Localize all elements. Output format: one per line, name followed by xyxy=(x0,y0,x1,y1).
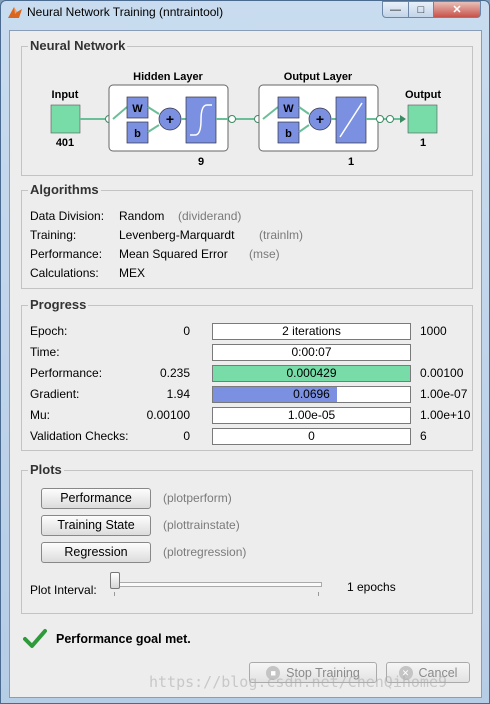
algorithms-title: Algorithms xyxy=(28,182,101,197)
progress-end-value: 0.00100 xyxy=(420,366,464,380)
output-weight-label: W xyxy=(283,103,294,115)
progress-title: Progress xyxy=(28,297,89,312)
progress-current-value: 2 iterations xyxy=(282,324,341,338)
input-label: Input xyxy=(52,89,79,101)
algorithms-group: Algorithms Data Division: Random (divide… xyxy=(21,182,473,289)
plot-interval-value: 1 epochs xyxy=(347,580,396,594)
algo-value-performance: Mean Squared Error xyxy=(119,247,228,261)
progress-bar: 0.0696 xyxy=(212,386,411,403)
progress-end-value: 6 xyxy=(420,429,427,443)
progress-label: Gradient: xyxy=(30,387,80,401)
plots-group: Plots Performance (plotperform) Training… xyxy=(21,462,473,614)
progress-label: Mu: xyxy=(30,408,51,422)
input-size: 401 xyxy=(56,137,74,149)
algo-label-division: Data Division: xyxy=(30,209,105,223)
plot-interval-slider-thumb[interactable] xyxy=(110,572,120,589)
plot-regression-fn: (plotregression) xyxy=(163,545,247,559)
minimize-icon: — xyxy=(390,3,401,16)
progress-current-value: 1.00e-05 xyxy=(287,408,336,422)
progress-label: Performance: xyxy=(30,366,103,380)
output-sum-label: + xyxy=(316,111,324,127)
close-button[interactable]: ✕ xyxy=(433,1,481,18)
progress-label: Validation Checks: xyxy=(30,429,129,443)
hidden-sum-label: + xyxy=(166,111,174,127)
matlab-logo-icon xyxy=(8,7,22,18)
progress-bar: 0.000429 xyxy=(212,365,411,382)
output-layer-size: 1 xyxy=(348,156,354,168)
progress-label: Time: xyxy=(30,345,60,359)
plot-interval-label: Plot Interval: xyxy=(30,583,97,597)
algo-value-calculations: MEX xyxy=(119,266,146,280)
output-bias-label: b xyxy=(285,128,292,140)
progress-bar: 0:00:07 xyxy=(212,344,411,361)
plot-regression-button[interactable]: Regression xyxy=(41,542,151,563)
progress-current-value: 0 xyxy=(308,429,315,443)
algo-fn-division: (dividerand) xyxy=(178,209,242,223)
algo-value-training: Levenberg-Marquardt xyxy=(119,228,235,242)
status-message: Performance goal met. xyxy=(56,632,191,646)
progress-end-value: 1.00e-07 xyxy=(420,387,468,401)
maximize-icon: □ xyxy=(417,3,425,16)
progress-start-value: 0.00100 xyxy=(146,408,190,422)
hidden-bias-label: b xyxy=(134,128,141,140)
progress-bar: 2 iterations xyxy=(212,323,411,340)
algo-label-calculations: Calculations: xyxy=(30,266,99,280)
progress-group: Progress Epoch: 0 2 iterations 1000 Time: 0:0… xyxy=(21,297,473,451)
plot-performance-button[interactable]: Performance xyxy=(41,488,151,509)
progress-end-value: 1.00e+10 xyxy=(420,408,471,422)
slider-tick xyxy=(318,592,319,596)
plot-training-state-button[interactable]: Training State xyxy=(41,515,151,536)
progress-bar: 0 xyxy=(212,428,411,445)
network-diagram: Input 401 Hidden Layer W b + 9 Output La… xyxy=(50,71,441,168)
slider-tick xyxy=(114,592,115,596)
output-size: 1 xyxy=(420,137,426,149)
algo-label-performance: Performance: xyxy=(30,247,103,261)
progress-end-value: 1000 xyxy=(420,324,447,338)
hidden-layer-title: Hidden Layer xyxy=(133,71,203,83)
watermark: https://blog.csdn.net/ChenQihome9 xyxy=(149,673,448,691)
input-block xyxy=(50,104,81,134)
algo-fn-training: (trainlm) xyxy=(259,228,303,242)
close-icon: ✕ xyxy=(452,4,462,16)
minimize-button[interactable]: — xyxy=(382,1,409,18)
progress-current-value: 0:00:07 xyxy=(291,345,332,359)
hidden-weight-label: W xyxy=(132,103,143,115)
title-bar[interactable]: Neural Network Training (nntraintool) — … xyxy=(1,1,489,23)
algo-fn-performance: (mse) xyxy=(249,247,280,261)
progress-bar: 1.00e-05 xyxy=(212,407,411,424)
maximize-button[interactable]: □ xyxy=(408,1,434,18)
plots-title: Plots xyxy=(28,462,64,477)
nntraintool-window: Neural Network Training (nntraintool) — … xyxy=(0,0,490,704)
progress-start-value: 1.94 xyxy=(166,387,190,401)
output-label: Output xyxy=(405,89,441,101)
progress-label: Epoch: xyxy=(30,324,68,338)
output-block xyxy=(407,104,438,134)
algo-value-division: Random xyxy=(119,209,165,223)
output-layer-title: Output Layer xyxy=(284,71,353,83)
progress-start-value: 0 xyxy=(183,429,190,443)
progress-start-value: 0.235 xyxy=(159,366,190,380)
plot-training-state-fn: (plottrainstate) xyxy=(163,518,240,532)
progress-current-value: 0.000429 xyxy=(286,366,337,380)
client-area: Neural Network Input 401 Hidden Layer W … xyxy=(9,30,482,698)
progress-start-value: 0 xyxy=(183,324,190,338)
plot-performance-fn: (plotperform) xyxy=(163,491,232,505)
checkmark-icon xyxy=(23,629,47,648)
plot-interval-slider[interactable] xyxy=(110,582,322,587)
hidden-size: 9 xyxy=(198,156,204,168)
window-title: Neural Network Training (nntraintool) xyxy=(27,5,224,19)
neural-network-group: Neural Network Input 401 Hidden Layer W … xyxy=(21,38,473,176)
algo-label-training: Training: xyxy=(30,228,77,242)
progress-current-value: 0.0696 xyxy=(293,387,330,401)
